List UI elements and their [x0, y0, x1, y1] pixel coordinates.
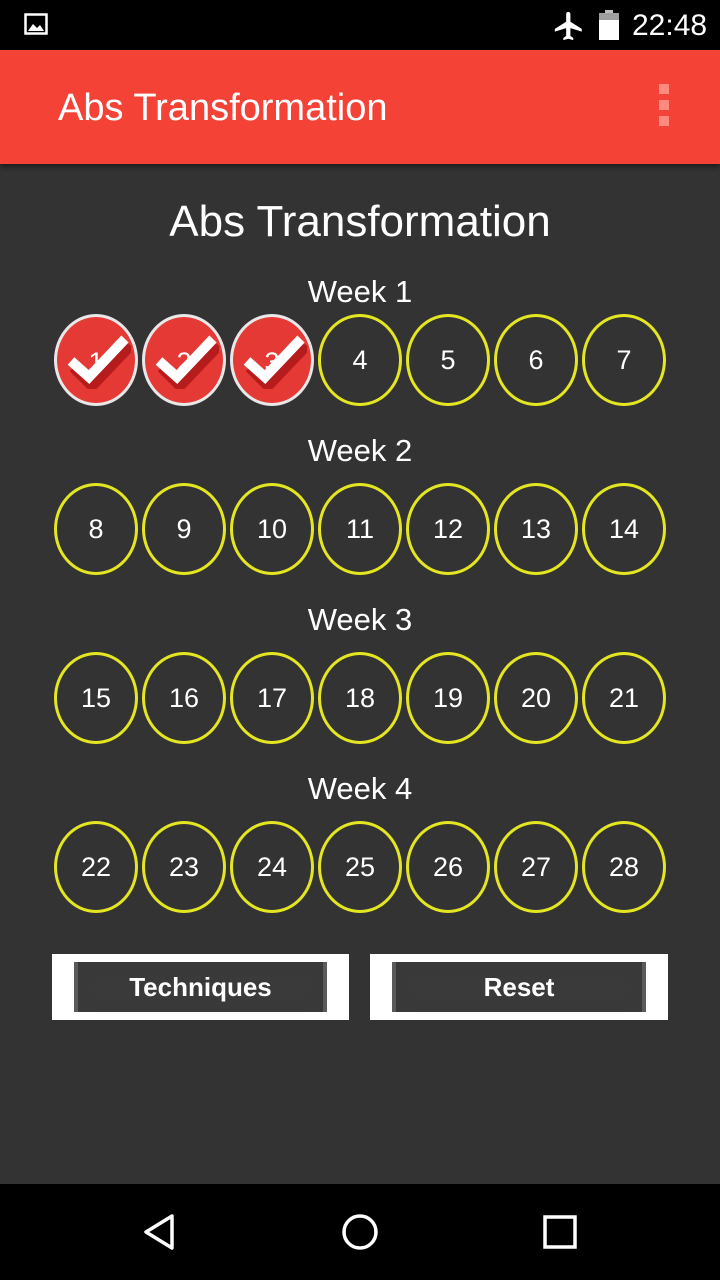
day-button[interactable]: 28 — [582, 821, 666, 913]
app-bar-title: Abs Transformation — [58, 87, 388, 129]
day-button-completed[interactable]: 1 — [54, 314, 138, 406]
day-button[interactable]: 16 — [142, 652, 226, 744]
day-number: 11 — [345, 513, 375, 544]
picture-icon — [24, 13, 48, 35]
day-number: 21 — [608, 682, 640, 713]
week-label: Week 3 — [307, 602, 413, 637]
day-button[interactable]: 19 — [406, 652, 490, 744]
day-number: 8 — [88, 513, 104, 544]
day-number: 5 — [440, 344, 456, 375]
app-bar: Abs Transformation — [0, 50, 720, 164]
day-number: 6 — [528, 344, 544, 375]
day-button[interactable]: 18 — [318, 652, 402, 744]
day-button[interactable]: 21 — [582, 652, 666, 744]
day-number: 4 — [352, 344, 368, 375]
day-number: 25 — [344, 851, 376, 882]
day-button[interactable]: 24 — [230, 821, 314, 913]
day-number: 13 — [520, 513, 552, 544]
battery-icon — [599, 10, 619, 40]
reset-button-label: Reset — [392, 962, 646, 1012]
day-button[interactable]: 17 — [230, 652, 314, 744]
day-button[interactable]: 10 — [230, 483, 314, 575]
recents-icon[interactable] — [538, 1210, 582, 1254]
day-button[interactable]: 13 — [494, 483, 578, 575]
day-button[interactable]: 26 — [406, 821, 490, 913]
techniques-button-label: Techniques — [74, 962, 327, 1012]
day-number: 16 — [168, 682, 200, 713]
status-time: 22:48 — [632, 9, 708, 42]
day-number: 28 — [608, 851, 640, 882]
day-button-completed[interactable]: 3 — [230, 314, 314, 406]
reset-button[interactable]: Reset — [370, 954, 668, 1020]
day-button[interactable]: 4 — [318, 314, 402, 406]
day-button[interactable]: 15 — [54, 652, 138, 744]
day-button[interactable]: 12 — [406, 483, 490, 575]
checkmark-icon — [67, 335, 131, 389]
day-button[interactable]: 25 — [318, 821, 402, 913]
week-label: Week 4 — [307, 771, 413, 806]
airplane-mode-icon — [554, 11, 582, 41]
week-label: Week 2 — [307, 433, 413, 468]
day-button-completed[interactable]: 2 — [142, 314, 226, 406]
techniques-button[interactable]: Techniques — [52, 954, 349, 1020]
status-bar: 22:48 — [0, 0, 720, 50]
day-number: 22 — [80, 851, 112, 882]
day-number: 9 — [176, 513, 192, 544]
back-icon[interactable] — [138, 1210, 182, 1254]
day-number: 15 — [80, 682, 112, 713]
checkmark-icon — [155, 335, 219, 389]
day-number: 27 — [520, 851, 552, 882]
day-button[interactable]: 23 — [142, 821, 226, 913]
day-button[interactable]: 5 — [406, 314, 490, 406]
day-number: 20 — [520, 682, 552, 713]
day-number: 12 — [432, 513, 464, 544]
day-number: 26 — [432, 851, 464, 882]
day-number: 19 — [432, 682, 464, 713]
day-button[interactable]: 14 — [582, 483, 666, 575]
checkmark-icon — [243, 335, 307, 389]
day-number: 10 — [256, 513, 288, 544]
day-number: 23 — [168, 851, 200, 882]
day-number: 7 — [616, 344, 632, 375]
week-label: Week 1 — [307, 274, 413, 309]
day-button[interactable]: 7 — [582, 314, 666, 406]
day-button[interactable]: 6 — [494, 314, 578, 406]
overflow-menu-icon[interactable] — [652, 84, 676, 132]
day-button[interactable]: 8 — [54, 483, 138, 575]
day-button[interactable]: 22 — [54, 821, 138, 913]
day-button[interactable]: 9 — [142, 483, 226, 575]
day-button[interactable]: 20 — [494, 652, 578, 744]
day-number: 18 — [344, 682, 376, 713]
day-button[interactable]: 27 — [494, 821, 578, 913]
navigation-bar — [0, 1184, 720, 1280]
day-number: 17 — [256, 682, 288, 713]
day-number: 14 — [608, 513, 640, 544]
home-icon[interactable] — [338, 1210, 382, 1254]
day-number: 24 — [256, 851, 288, 882]
page-title: Abs Transformation — [169, 197, 551, 246]
day-button[interactable]: 11 — [318, 483, 402, 575]
